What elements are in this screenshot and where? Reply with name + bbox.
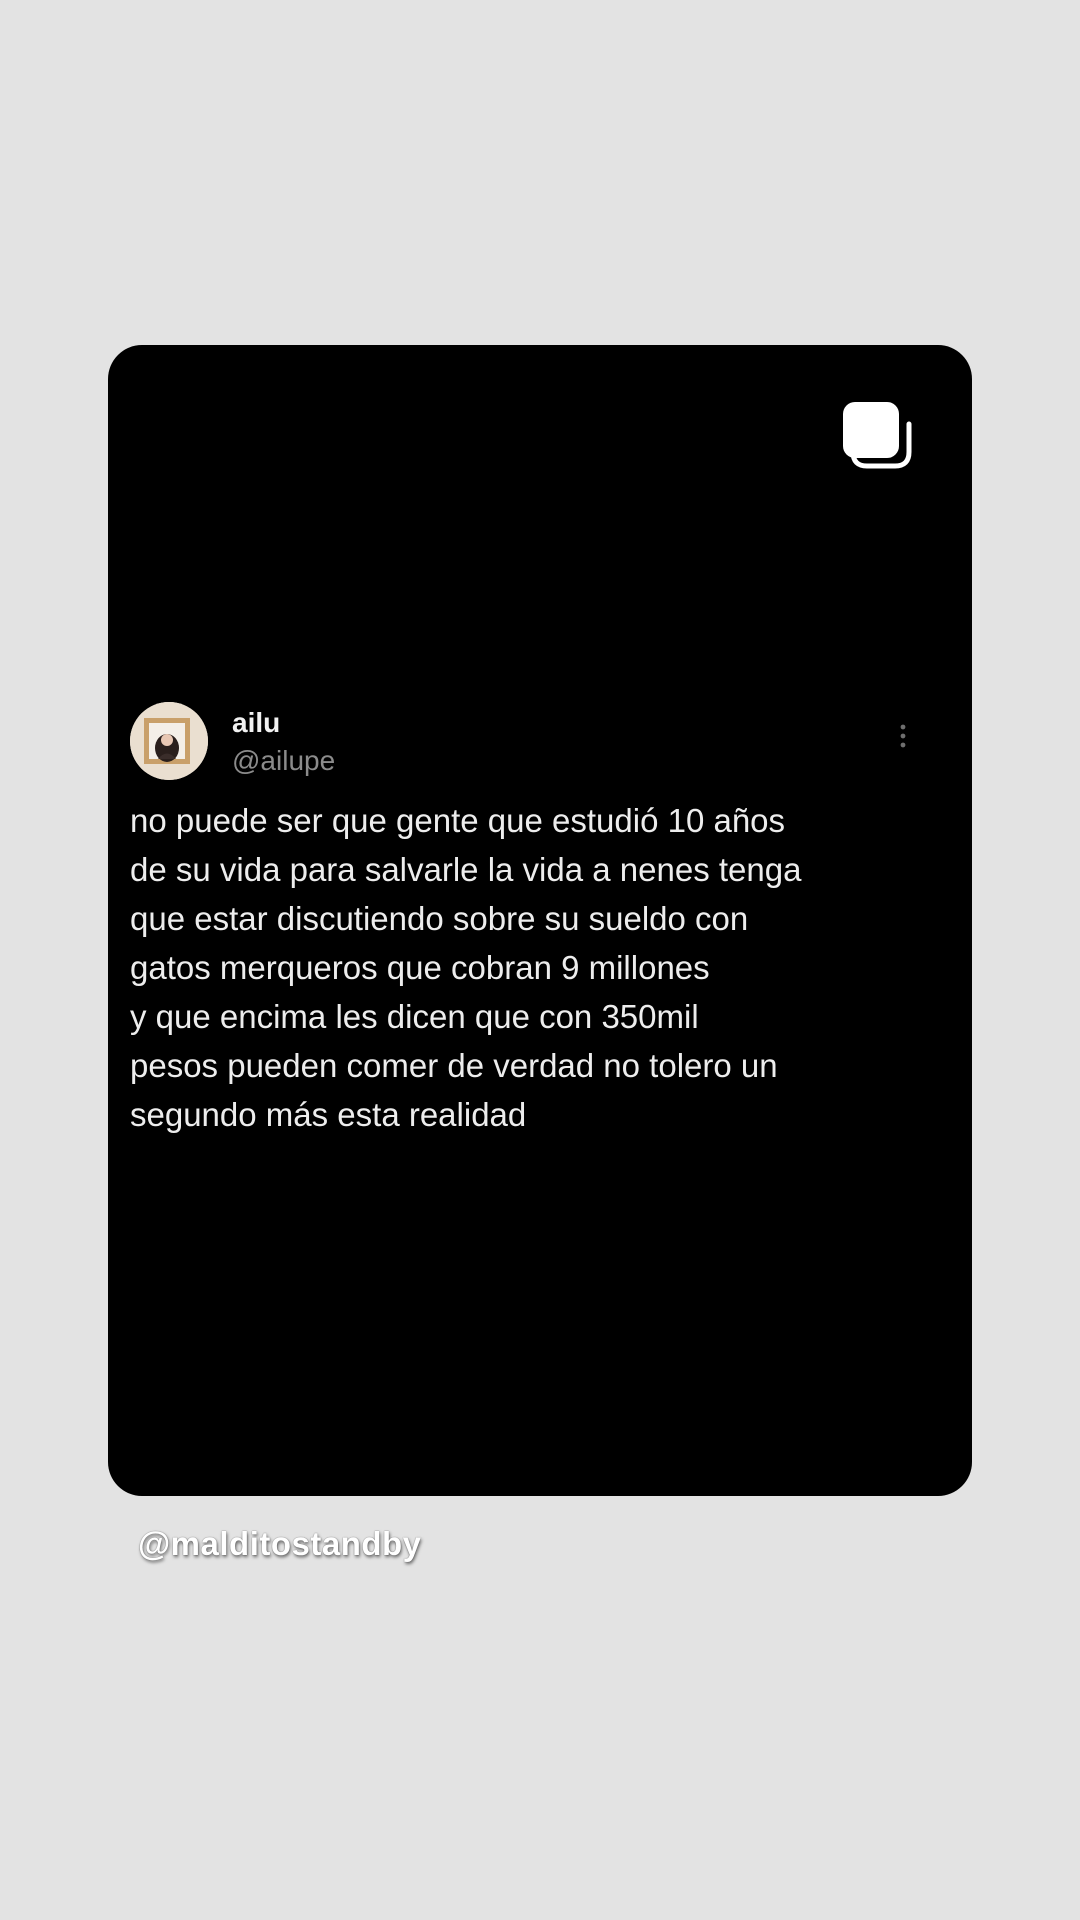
avatar[interactable]	[130, 702, 208, 780]
post-card: ailu @ailupe no puede ser que gente que …	[108, 345, 972, 1496]
watermark-handle: @malditostandby	[138, 1525, 422, 1562]
multiple-pages-icon[interactable]	[841, 400, 913, 472]
tweet-text: no puede ser que gente que estudió 10 añ…	[130, 802, 802, 1133]
user-handle[interactable]: @ailupe	[232, 744, 335, 778]
vertical-ellipsis-icon[interactable]	[898, 723, 908, 749]
display-name[interactable]: ailu	[232, 706, 280, 740]
